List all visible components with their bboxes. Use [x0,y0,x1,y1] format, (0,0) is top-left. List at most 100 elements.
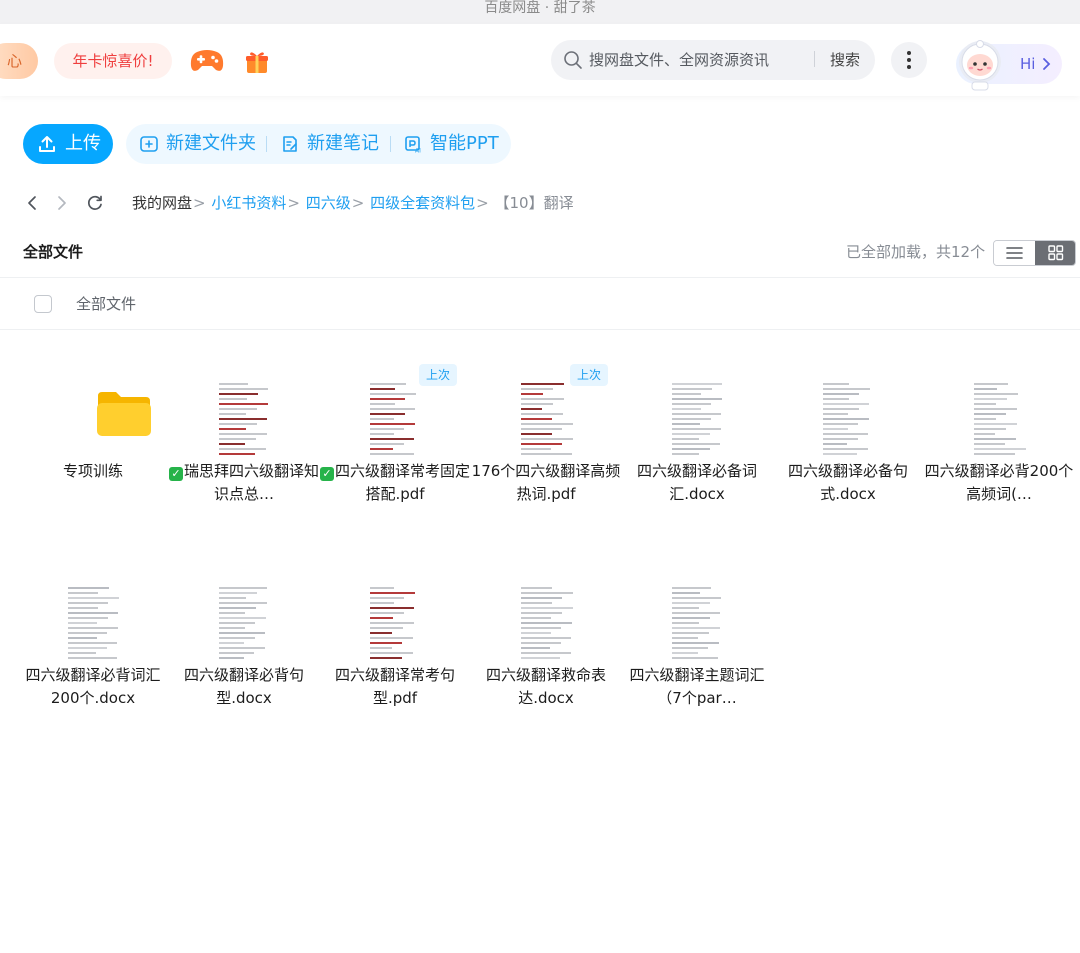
page-preview [672,584,728,660]
preview-line [68,652,96,654]
file-name[interactable]: ✓ 四六级翻译常考固定搭配.pdf [320,460,470,506]
preview-line [370,627,404,629]
preview-line [521,612,562,614]
file-name[interactable]: 四六级翻译必背200个高频词(… [924,460,1074,506]
file-name[interactable]: 四六级翻译必背句型.docx [169,664,319,710]
preview-line [823,423,859,425]
preview-line [672,393,702,395]
preview-line [370,632,393,634]
file-tile[interactable]: 四六级翻译必备词汇.docx [622,378,772,558]
load-status: 已全部加载，共12个 [846,243,986,261]
preview-line [672,428,721,430]
breadcrumb-separator: > [287,194,300,212]
back-icon[interactable] [24,194,42,212]
preview-line [521,398,564,400]
preview-line [370,652,413,654]
preview-line [521,602,552,604]
preview-line [370,637,414,639]
list-view-button[interactable] [994,241,1035,265]
file-tile[interactable]: 四六级翻译常考句型.pdf [320,582,470,762]
search-icon [564,51,582,69]
file-tile[interactable]: 四六级翻译救命表达.docx [471,582,621,762]
preview-line [370,398,406,400]
preview-line [219,602,267,604]
file-tile[interactable]: 上次 ✓ 四六级翻译常考固定搭配.pdf [320,364,470,558]
smart-ppt-label: 智能PPT [430,133,499,154]
preview-line [219,592,257,594]
toolbar-separator [266,136,267,152]
preview-line [823,413,849,415]
file-tile[interactable]: 四六级翻译必背词汇200个.docx [18,582,168,762]
document-thumbnail [662,378,732,458]
folder-tile[interactable]: 专项训练 [18,378,168,558]
page-preview [672,380,728,456]
file-name[interactable]: ✓ 瑞思拜四六级翻译知识点总… [169,460,319,506]
preview-line [823,448,868,450]
new-folder-button[interactable]: 新建文件夹 [140,124,258,164]
search-input[interactable] [589,40,817,80]
preview-line [219,622,256,624]
file-tile[interactable]: 四六级翻译必备句式.docx [773,378,923,558]
preview-line [219,637,255,639]
preview-line [521,393,543,395]
preview-line [672,647,709,649]
preview-line [521,423,574,425]
section-title: 全部文件 [23,243,84,261]
gamepad-icon[interactable] [189,46,225,76]
preview-line [219,443,246,445]
search-divider [814,51,815,67]
preview-line [370,453,414,455]
file-name[interactable]: 四六级翻译必备句式.docx [773,460,923,506]
file-name[interactable]: 四六级翻译常考句型.pdf [320,664,470,710]
file-tile[interactable]: ✓ 瑞思拜四六级翻译知识点总… [169,378,319,558]
preview-line [521,617,552,619]
preview-line [672,602,711,604]
svg-text:AI: AI [415,148,421,154]
file-name[interactable]: 四六级翻译救命表达.docx [471,664,621,710]
preview-line [521,647,551,649]
breadcrumb-item[interactable]: 小红书资料 [211,192,286,214]
year-card-promo-button[interactable]: 年卡惊喜价! [54,43,172,79]
preview-line [521,413,563,415]
preview-line [672,448,710,450]
file-tile[interactable]: 四六级翻译主题词汇（7个par… [622,582,772,762]
upload-button[interactable]: 上传 [23,124,113,164]
upload-label: 上传 [65,133,101,154]
gift-icon[interactable] [243,48,271,76]
breadcrumb-root[interactable]: 我的网盘 [132,192,192,214]
preview-line [370,592,415,594]
file-name[interactable]: 四六级翻译必背词汇200个.docx [18,664,168,710]
refresh-icon[interactable] [86,194,104,212]
smart-ppt-button[interactable]: AI 智能PPT [404,124,504,164]
preview-line [521,433,552,435]
document-thumbnail [58,582,128,662]
more-menu-button[interactable] [891,42,927,78]
file-tile[interactable]: 四六级翻译必背200个高频词(… [924,378,1074,558]
astronaut-avatar[interactable] [952,36,1008,92]
recent-tag: 上次 [570,364,608,386]
file-name[interactable]: 四六级翻译主题词汇（7个par… [622,664,772,710]
breadcrumb-item[interactable]: 四级全套资料包 [370,192,475,214]
file-name[interactable]: 176个四六级翻译高频热词.pdf [471,460,621,506]
preview-line [672,617,710,619]
preview-line [521,443,562,445]
file-name[interactable]: 四六级翻译必备词汇.docx [622,460,772,506]
select-all-checkbox[interactable] [34,295,52,313]
file-tile[interactable]: 四六级翻译必背句型.docx [169,582,319,762]
breadcrumb-item[interactable]: 四六级 [306,192,351,214]
grid-view-button[interactable] [1035,241,1075,265]
preview-line [823,428,848,430]
page-preview [370,584,426,660]
preview-line [974,448,1027,450]
forward-icon[interactable] [52,194,70,212]
preview-line [974,423,1017,425]
preview-line [370,647,392,649]
preview-line [974,408,1018,410]
search-button[interactable]: 搜索 [820,40,870,80]
file-tile[interactable]: 上次 176个四六级翻译高频热词.pdf [471,364,621,558]
file-name[interactable]: 专项训练 [18,460,168,483]
assistant-greeting[interactable]: Hi [1020,44,1035,84]
new-note-button[interactable]: 新建笔记 [281,124,381,164]
document-thumbnail [511,582,581,662]
promo-center-button[interactable]: 心 [0,43,38,79]
